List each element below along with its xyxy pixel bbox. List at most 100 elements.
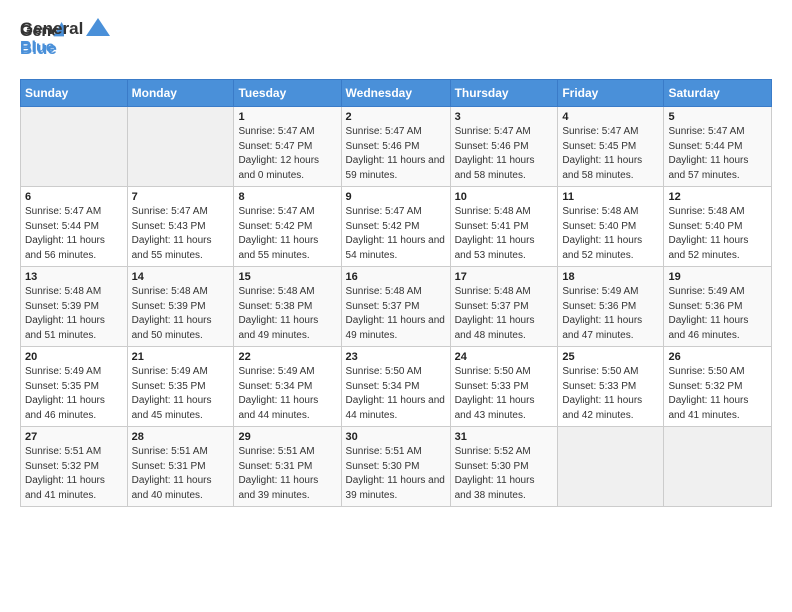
- day-number: 11: [562, 191, 659, 203]
- calendar-cell: [664, 427, 772, 507]
- day-number: 15: [238, 271, 336, 283]
- calendar-cell: 24 Sunrise: 5:50 AMSunset: 5:33 PMDayligh…: [450, 347, 558, 427]
- day-number: 5: [668, 111, 767, 123]
- day-info: Sunrise: 5:48 AMSunset: 5:37 PMDaylight:…: [455, 285, 554, 343]
- calendar-week-4: 20 Sunrise: 5:49 AMSunset: 5:35 PMDayligh…: [21, 347, 772, 427]
- day-info: Sunrise: 5:47 AMSunset: 5:46 PMDaylight:…: [346, 125, 446, 183]
- day-number: 19: [668, 271, 767, 283]
- day-number: 26: [668, 351, 767, 363]
- calendar-cell: 22Sunrise: 5:49 AMSunset: 5:34 PMDayligh…: [234, 347, 341, 427]
- calendar-cell: 27 Sunrise: 5:51 AMSunset: 5:32 PMDayligh…: [21, 427, 128, 507]
- calendar-header-monday: Monday: [127, 80, 234, 107]
- logo: General Blue General Blue: [20, 16, 120, 71]
- day-info: Sunrise: 5:48 AMSunset: 5:38 PMDaylight:…: [238, 285, 336, 343]
- day-number: 24: [455, 351, 554, 363]
- calendar-header-tuesday: Tuesday: [234, 80, 341, 107]
- day-info: Sunrise: 5:51 AMSunset: 5:32 PMDaylight:…: [25, 445, 123, 503]
- svg-text:General: General: [20, 19, 83, 38]
- day-info: Sunrise: 5:50 AMSunset: 5:33 PMDaylight:…: [562, 365, 659, 423]
- calendar-header-saturday: Saturday: [664, 80, 772, 107]
- calendar-cell: 4Sunrise: 5:47 AMSunset: 5:45 PMDaylight…: [558, 107, 664, 187]
- calendar-cell: 6Sunrise: 5:47 AMSunset: 5:44 PMDaylight…: [21, 187, 128, 267]
- calendar-cell: 1 Sunrise: 5:47 AMSunset: 5:47 PMDaylight…: [234, 107, 341, 187]
- calendar-cell: 14Sunrise: 5:48 AMSunset: 5:39 PMDayligh…: [127, 267, 234, 347]
- calendar-week-1: 1 Sunrise: 5:47 AMSunset: 5:47 PMDaylight…: [21, 107, 772, 187]
- day-number: 29: [238, 431, 336, 443]
- calendar-cell: 28Sunrise: 5:51 AMSunset: 5:31 PMDayligh…: [127, 427, 234, 507]
- calendar-cell: 15 Sunrise: 5:48 AMSunset: 5:38 PMDayligh…: [234, 267, 341, 347]
- day-number: 17: [455, 271, 554, 283]
- calendar-week-5: 27 Sunrise: 5:51 AMSunset: 5:32 PMDayligh…: [21, 427, 772, 507]
- day-number: 1: [238, 111, 336, 123]
- calendar-cell: 16 Sunrise: 5:48 AMSunset: 5:37 PMDayligh…: [341, 267, 450, 347]
- calendar-cell: 8 Sunrise: 5:47 AMSunset: 5:42 PMDaylight…: [234, 187, 341, 267]
- day-info: Sunrise: 5:50 AMSunset: 5:32 PMDaylight:…: [668, 365, 767, 423]
- calendar-cell: 31Sunrise: 5:52 AMSunset: 5:30 PMDayligh…: [450, 427, 558, 507]
- day-number: 21: [132, 351, 230, 363]
- calendar-cell: 3 Sunrise: 5:47 AMSunset: 5:46 PMDaylight…: [450, 107, 558, 187]
- calendar-cell: 7Sunrise: 5:47 AMSunset: 5:43 PMDaylight…: [127, 187, 234, 267]
- day-info: Sunrise: 5:47 AMSunset: 5:44 PMDaylight:…: [668, 125, 767, 183]
- calendar-cell: 30Sunrise: 5:51 AMSunset: 5:30 PMDayligh…: [341, 427, 450, 507]
- day-number: 25: [562, 351, 659, 363]
- calendar-cell: 17 Sunrise: 5:48 AMSunset: 5:37 PMDayligh…: [450, 267, 558, 347]
- day-number: 8: [238, 191, 336, 203]
- day-info: Sunrise: 5:47 AMSunset: 5:44 PMDaylight:…: [25, 205, 123, 263]
- svg-text:Blue: Blue: [20, 39, 57, 58]
- calendar-table: SundayMondayTuesdayWednesdayThursdayFrid…: [20, 79, 772, 507]
- calendar-cell: 9Sunrise: 5:47 AMSunset: 5:42 PMDaylight…: [341, 187, 450, 267]
- calendar-cell: [127, 107, 234, 187]
- day-number: 27: [25, 431, 123, 443]
- calendar-cell: 19 Sunrise: 5:49 AMSunset: 5:36 PMDayligh…: [664, 267, 772, 347]
- day-info: Sunrise: 5:48 AMSunset: 5:40 PMDaylight:…: [562, 205, 659, 263]
- day-info: Sunrise: 5:50 AMSunset: 5:33 PMDaylight:…: [455, 365, 554, 423]
- calendar-cell: 5 Sunrise: 5:47 AMSunset: 5:44 PMDaylight…: [664, 107, 772, 187]
- day-number: 9: [346, 191, 446, 203]
- calendar-cell: 23 Sunrise: 5:50 AMSunset: 5:34 PMDayligh…: [341, 347, 450, 427]
- logo-svg: General Blue: [20, 16, 120, 66]
- calendar-cell: 12 Sunrise: 5:48 AMSunset: 5:40 PMDayligh…: [664, 187, 772, 267]
- calendar-cell: 29 Sunrise: 5:51 AMSunset: 5:31 PMDayligh…: [234, 427, 341, 507]
- calendar-cell: [21, 107, 128, 187]
- day-info: Sunrise: 5:48 AMSunset: 5:37 PMDaylight:…: [346, 285, 446, 343]
- calendar-cell: 26 Sunrise: 5:50 AMSunset: 5:32 PMDayligh…: [664, 347, 772, 427]
- day-number: 20: [25, 351, 123, 363]
- calendar-cell: 2 Sunrise: 5:47 AMSunset: 5:46 PMDaylight…: [341, 107, 450, 187]
- calendar-cell: [558, 427, 664, 507]
- calendar-cell: 18 Sunrise: 5:49 AMSunset: 5:36 PMDayligh…: [558, 267, 664, 347]
- calendar-header-wednesday: Wednesday: [341, 80, 450, 107]
- day-info: Sunrise: 5:49 AMSunset: 5:34 PMDaylight:…: [238, 365, 336, 423]
- day-number: 30: [346, 431, 446, 443]
- day-info: Sunrise: 5:50 AMSunset: 5:34 PMDaylight:…: [346, 365, 446, 423]
- day-info: Sunrise: 5:48 AMSunset: 5:39 PMDaylight:…: [25, 285, 123, 343]
- calendar-cell: 21 Sunrise: 5:49 AMSunset: 5:35 PMDayligh…: [127, 347, 234, 427]
- calendar-week-3: 13 Sunrise: 5:48 AMSunset: 5:39 PMDayligh…: [21, 267, 772, 347]
- day-info: Sunrise: 5:49 AMSunset: 5:36 PMDaylight:…: [668, 285, 767, 343]
- day-info: Sunrise: 5:51 AMSunset: 5:31 PMDaylight:…: [238, 445, 336, 503]
- day-info: Sunrise: 5:48 AMSunset: 5:41 PMDaylight:…: [455, 205, 554, 263]
- day-number: 7: [132, 191, 230, 203]
- day-info: Sunrise: 5:48 AMSunset: 5:39 PMDaylight:…: [132, 285, 230, 343]
- day-number: 10: [455, 191, 554, 203]
- page: General Blue General Blue SundayMondayTu…: [0, 0, 792, 612]
- calendar-header-sunday: Sunday: [21, 80, 128, 107]
- day-info: Sunrise: 5:47 AMSunset: 5:46 PMDaylight:…: [455, 125, 554, 183]
- day-info: Sunrise: 5:49 AMSunset: 5:36 PMDaylight:…: [562, 285, 659, 343]
- day-number: 2: [346, 111, 446, 123]
- calendar-cell: 11 Sunrise: 5:48 AMSunset: 5:40 PMDayligh…: [558, 187, 664, 267]
- day-number: 16: [346, 271, 446, 283]
- day-number: 31: [455, 431, 554, 443]
- day-number: 23: [346, 351, 446, 363]
- day-number: 12: [668, 191, 767, 203]
- calendar-header-friday: Friday: [558, 80, 664, 107]
- day-info: Sunrise: 5:47 AMSunset: 5:47 PMDaylight:…: [238, 125, 336, 183]
- day-number: 4: [562, 111, 659, 123]
- day-info: Sunrise: 5:49 AMSunset: 5:35 PMDaylight:…: [132, 365, 230, 423]
- day-number: 13: [25, 271, 123, 283]
- day-info: Sunrise: 5:47 AMSunset: 5:42 PMDaylight:…: [238, 205, 336, 263]
- day-number: 28: [132, 431, 230, 443]
- calendar-cell: 13 Sunrise: 5:48 AMSunset: 5:39 PMDayligh…: [21, 267, 128, 347]
- day-number: 3: [455, 111, 554, 123]
- day-info: Sunrise: 5:48 AMSunset: 5:40 PMDaylight:…: [668, 205, 767, 263]
- day-number: 18: [562, 271, 659, 283]
